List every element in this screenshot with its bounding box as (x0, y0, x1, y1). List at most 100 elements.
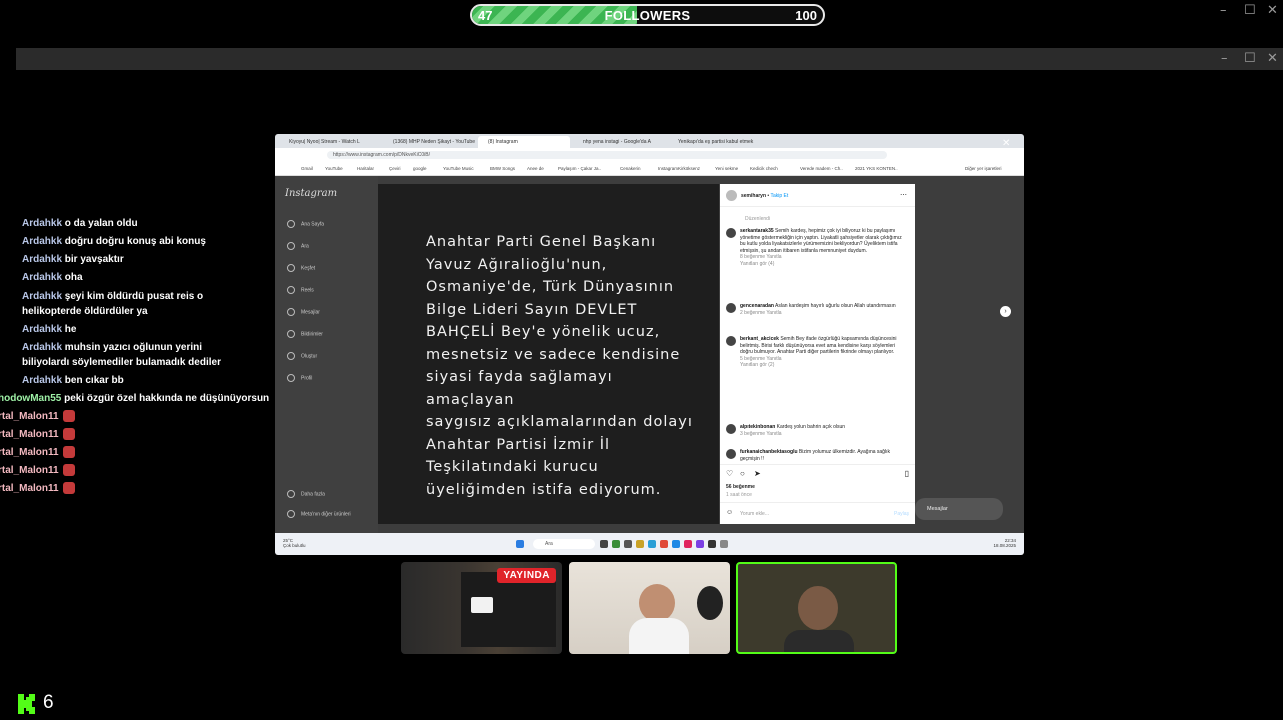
minimize-icon[interactable]: – (1220, 3, 1227, 18)
nav-more[interactable]: Daha fazla (287, 490, 325, 498)
nav-explore[interactable]: Keşfet (287, 264, 315, 272)
follow-button[interactable]: Takip Et (770, 193, 788, 199)
app-icon[interactable] (684, 540, 692, 548)
app-icon[interactable] (708, 540, 716, 548)
avatar[interactable] (726, 190, 737, 201)
windows-start-icon[interactable] (516, 540, 524, 548)
url-input[interactable]: https://www.instagram.com/p/DNkveKiC0iB/ (327, 151, 887, 159)
browser-tab[interactable]: (1368) MHP Neden Şikayt - YouTube (383, 136, 475, 148)
nav-messages[interactable]: Mesajlar (287, 308, 320, 316)
chat-username[interactable]: hodowMan55 (0, 393, 61, 404)
app-icon[interactable] (624, 540, 632, 548)
messages-button[interactable]: Mesajlar (915, 498, 1003, 520)
close-icon[interactable]: ✕ (1002, 138, 1010, 149)
chat-username[interactable]: Ardahkk (22, 236, 62, 247)
share-icon[interactable]: ➤ (754, 469, 761, 478)
browser-tab[interactable]: Kiyoyu| Nyoo| Stream - Watch L (279, 136, 379, 148)
avatar[interactable] (726, 449, 736, 459)
bookmark-icon[interactable]: ▯ (905, 469, 909, 478)
chat-username[interactable]: Ardahkk (22, 291, 62, 302)
bookmark[interactable]: Yeni sekme (715, 166, 738, 171)
view-replies-link[interactable]: Yanıtları gör (4) (740, 261, 774, 267)
bookmark[interactable]: Çeviri (389, 166, 401, 171)
nav-create[interactable]: Oluştur (287, 352, 317, 360)
maximize-icon[interactable]: ☐ (1244, 3, 1256, 18)
bookmark[interactable]: YouTube (325, 166, 343, 171)
chat-message: Ardahkk bir yavşaktır (22, 252, 124, 267)
taskbar-clock[interactable]: 22:34 18.08.2025 (993, 538, 1016, 548)
webcam-tile[interactable] (569, 562, 730, 654)
chat-username[interactable]: rtal_Malon11 (0, 411, 59, 422)
nav-profile[interactable]: Profil (287, 374, 312, 382)
screen-share-tile[interactable]: YAYINDA (401, 562, 562, 654)
avatar[interactable] (726, 336, 736, 346)
bookmark[interactable]: google (413, 166, 427, 171)
browser-tab-active[interactable]: (8) Instagram (478, 136, 570, 148)
app-icon[interactable] (660, 540, 668, 548)
app-icon[interactable] (600, 540, 608, 548)
nav-search[interactable]: Ara (287, 242, 309, 250)
bookmark[interactable]: Gmail (301, 166, 313, 171)
browser-tab[interactable]: nhp yena instagi - Google'da A (573, 136, 665, 148)
chat-username[interactable]: Ardahkk (22, 342, 62, 353)
bookmark[interactable]: Kedicik chech (750, 166, 778, 171)
weather-widget[interactable]: 25°C Çok bulutlu (283, 538, 306, 548)
webcam-tile-active[interactable] (736, 562, 897, 654)
bookmark[interactable]: Diğer yer işaretleri (965, 166, 1002, 171)
post-text: Anahtar Parti Genel Başkanı Yavuz Ağıral… (426, 234, 693, 498)
chat-username[interactable]: rtal_Malon11 (0, 447, 59, 458)
more-options-icon[interactable]: ⋯ (900, 191, 907, 199)
nav-notifications[interactable]: Bildirimler (287, 330, 323, 338)
app-icon[interactable] (672, 540, 680, 548)
minimize-icon[interactable]: – (1221, 51, 1228, 66)
view-replies-link[interactable]: Yanıtları gör (2) (740, 362, 774, 368)
bookmark[interactable]: BMW Songs (490, 166, 515, 171)
live-badge: YAYINDA (497, 568, 556, 583)
chat-username[interactable]: rtal_Malon11 (0, 429, 59, 440)
chat-username[interactable]: Ardahkk (22, 324, 62, 335)
bookmark[interactable]: Haritalar (357, 166, 374, 171)
like-icon[interactable]: ♡ (726, 469, 733, 478)
browser-tab-bar: Kiyoyu| Nyoo| Stream - Watch L (1368) MH… (275, 134, 1024, 148)
browser-tab[interactable]: Yenikapı'da eş partisi kabul etmek (668, 136, 764, 148)
chat-username[interactable]: rtal_Malon11 (0, 465, 59, 476)
app-icon[interactable] (612, 540, 620, 548)
bookmark[interactable]: Anee de (527, 166, 544, 171)
app-icon[interactable] (648, 540, 656, 548)
bookmark[interactable]: Cenakerin (620, 166, 641, 171)
chat-message: Ardahkk ben cıkar bb (22, 373, 124, 388)
chat-message: rtal_Malon11 (0, 463, 75, 478)
comment-icon[interactable]: ○ (740, 469, 745, 478)
chevron-right-icon[interactable]: › (1000, 306, 1011, 317)
close-icon[interactable]: ✕ (1267, 51, 1278, 66)
chat-text: oha (64, 272, 83, 283)
post-comment-button[interactable]: Paylaş (894, 511, 909, 517)
avatar[interactable] (726, 228, 736, 238)
chat-username[interactable]: rtal_Malon11 (0, 483, 59, 494)
nav-home[interactable]: Ana Sayfa (287, 220, 324, 228)
chat-username[interactable]: Ardahkk (22, 272, 62, 283)
close-icon[interactable]: ✕ (1267, 3, 1278, 18)
bookmark[interactable]: Verede madem - Ch.. (800, 166, 843, 171)
emoji-icon[interactable]: ☺ (726, 509, 733, 516)
avatar[interactable] (726, 303, 736, 313)
comment-input[interactable]: Yorum ekle... (740, 511, 769, 517)
nav-meta[interactable]: Meta'nın diğer ürünleri (287, 510, 351, 518)
chat-username[interactable]: Ardahkk (22, 375, 62, 386)
likes-count[interactable]: 56 beğenme (726, 484, 755, 490)
maximize-icon[interactable]: ☐ (1244, 51, 1256, 66)
folder-icon[interactable] (636, 540, 644, 548)
bookmark[interactable]: 2021 YKS KONTEN.. (855, 166, 898, 171)
app-icon[interactable] (720, 540, 728, 548)
bookmark[interactable]: InstagramKirköksenz (658, 166, 700, 171)
taskbar-search[interactable]: Ara (533, 539, 595, 549)
bookmark[interactable]: Paylaşım - Çakar Ja.. (558, 166, 601, 171)
avatar[interactable] (726, 424, 736, 434)
chat-text: doğru doğru konuş abi konuş (64, 236, 206, 247)
bookmark[interactable]: YouTube Music (443, 166, 474, 171)
person-body (629, 618, 689, 654)
chat-username[interactable]: Ardahkk (22, 254, 62, 265)
nav-reels[interactable]: Reels (287, 286, 314, 294)
app-icon[interactable] (696, 540, 704, 548)
chat-username[interactable]: Ardahkk (22, 218, 62, 229)
